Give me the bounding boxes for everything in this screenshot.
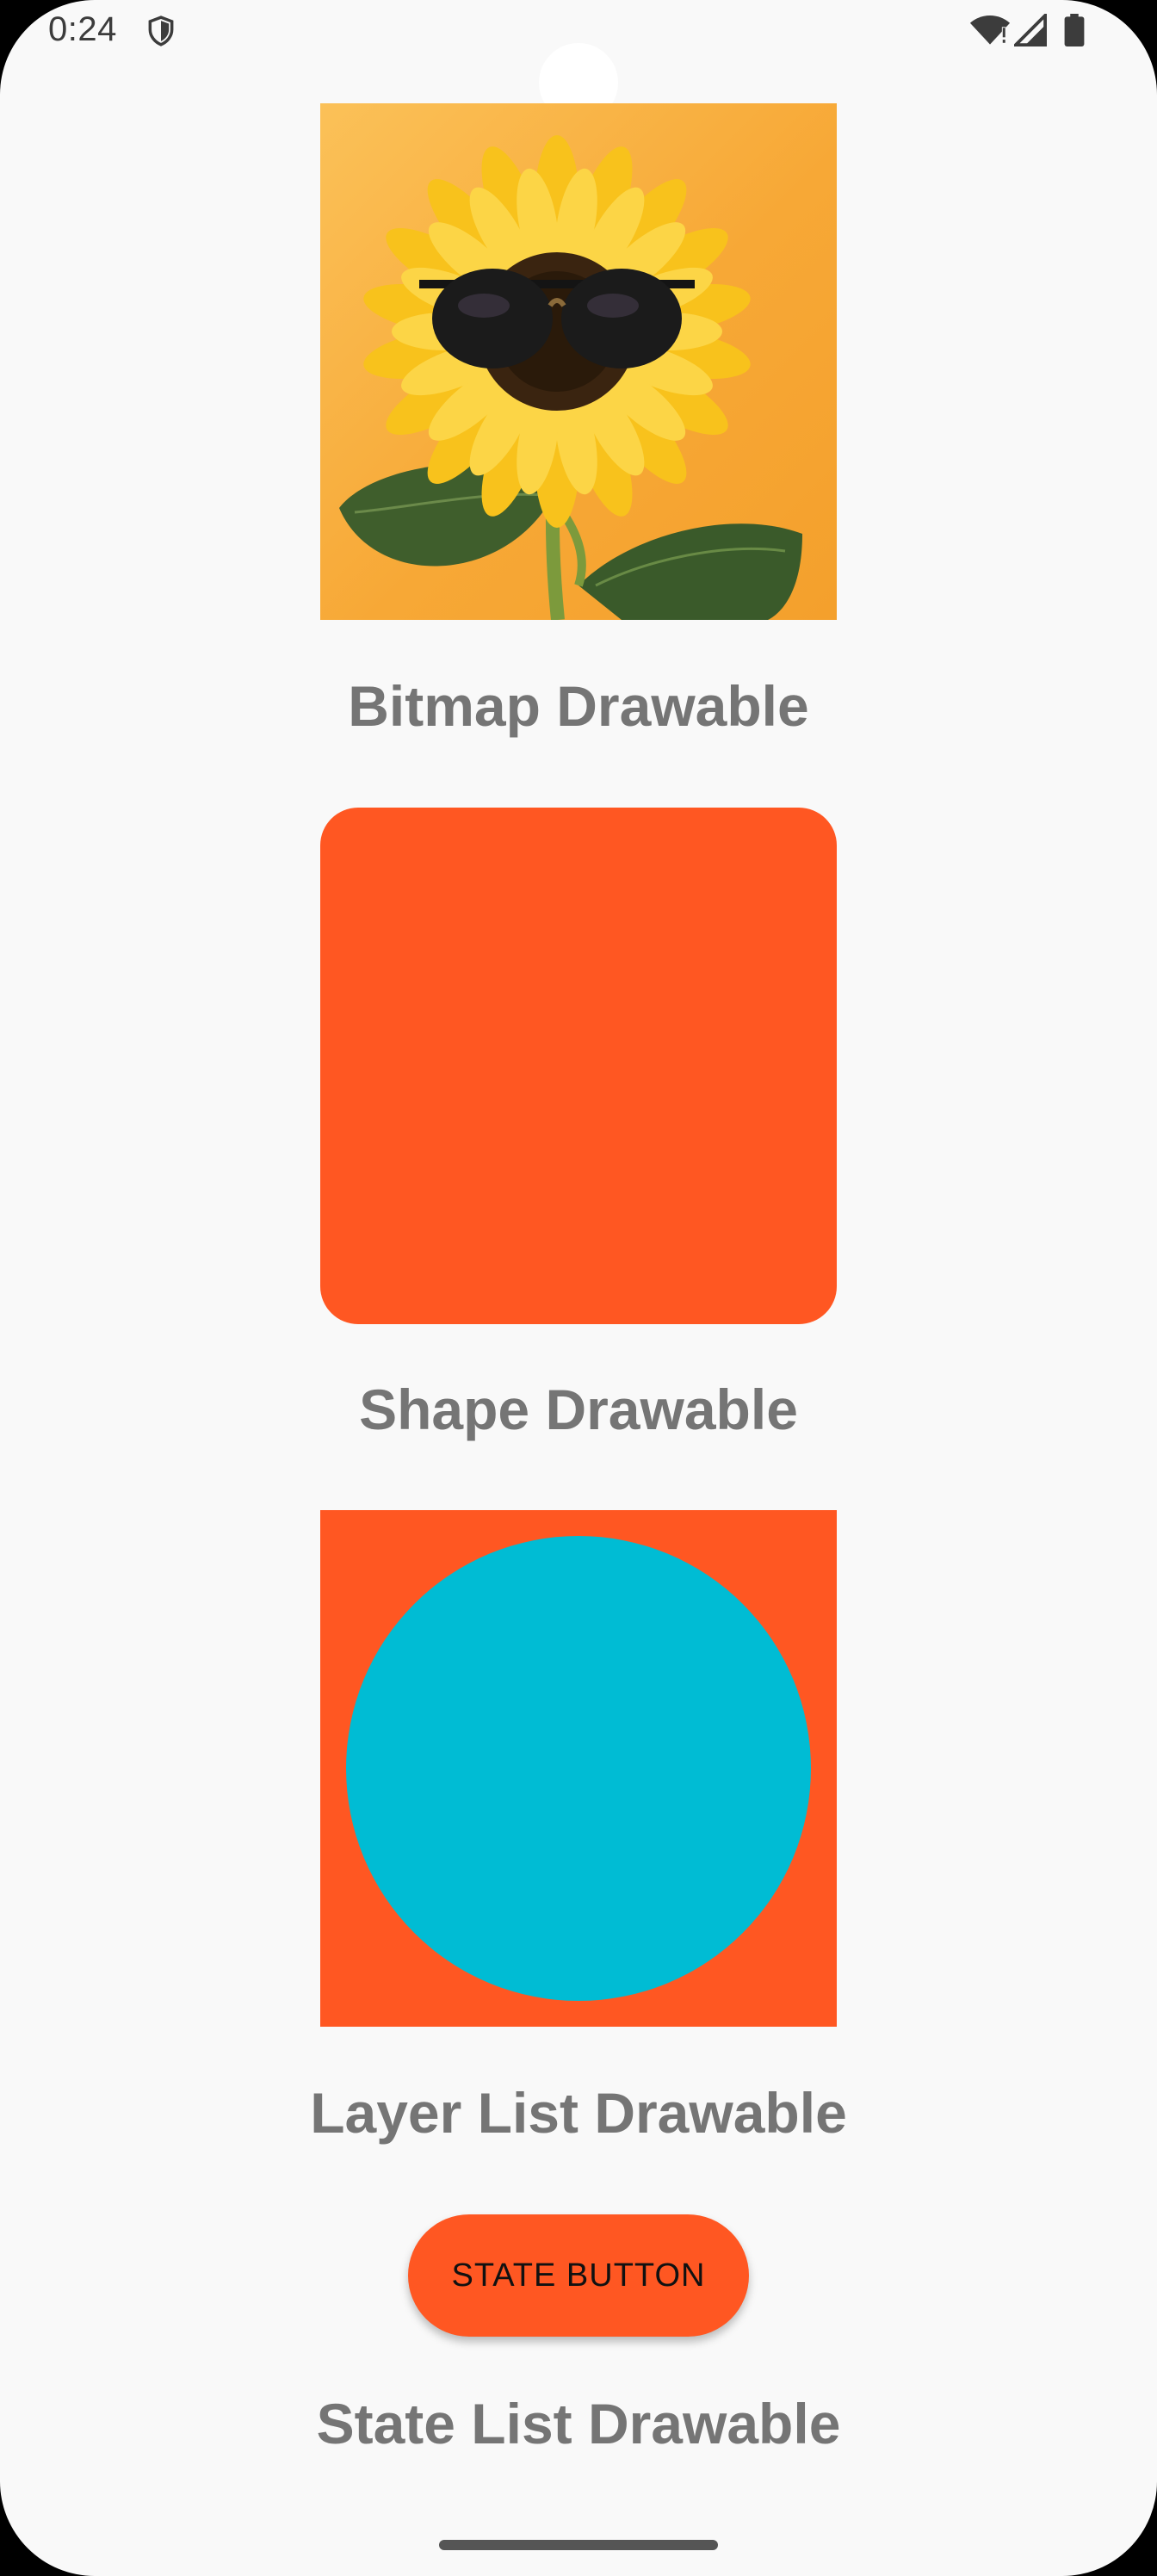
sunflower-image (339, 135, 802, 620)
layer-list-circle (346, 1536, 811, 2001)
layer-list-drawable-label: Layer List Drawable (310, 2081, 847, 2145)
bitmap-drawable-image (320, 103, 837, 620)
signal-icon (1014, 14, 1047, 46)
state-list-drawable-label: State List Drawable (316, 2392, 841, 2455)
layer-list-drawable (320, 1510, 837, 2027)
shield-icon (148, 15, 174, 46)
state-button[interactable]: STATE BUTTON (408, 2214, 749, 2337)
bitmap-drawable-label: Bitmap Drawable (348, 674, 809, 738)
shape-drawable-label: Shape Drawable (359, 1378, 798, 1441)
status-time: 0:24 (48, 10, 117, 48)
battery-icon (1064, 14, 1085, 46)
app-screen: 0:24 Bitmap Drawable Shape Drawable Laye… (0, 0, 1157, 2576)
home-indicator[interactable] (439, 2540, 718, 2550)
shape-drawable-rounded-rect (320, 808, 837, 1324)
wifi-icon (969, 15, 1011, 45)
